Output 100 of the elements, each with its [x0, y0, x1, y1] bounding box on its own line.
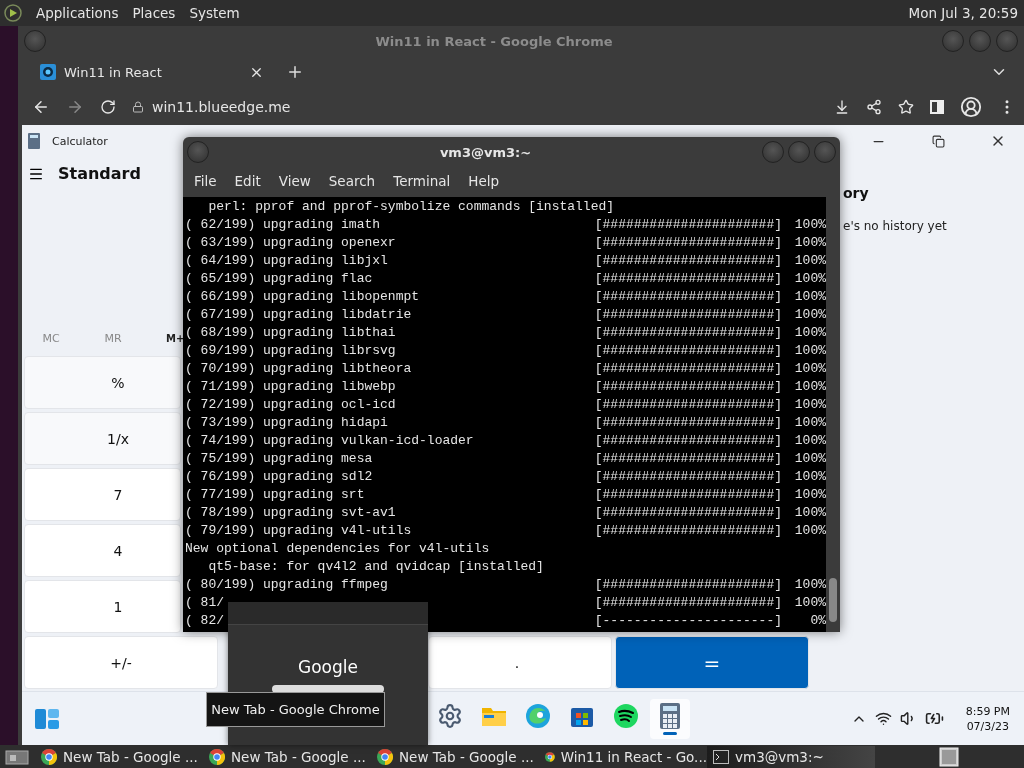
calculator-key[interactable]: 4: [24, 524, 181, 577]
terminal-line: ( 62/199) upgrading imath: [185, 216, 381, 232]
calculator-key[interactable]: %: [24, 356, 181, 409]
progress-bar-text: [######################]: [594, 486, 782, 502]
menu-item[interactable]: File: [185, 173, 226, 189]
progress-bar-text: [######################]: [594, 252, 782, 268]
progress-bar-text: [######################]: [594, 468, 782, 484]
progress-percent: 100%: [793, 324, 826, 340]
progress-bar-text: [######################]: [594, 450, 782, 466]
progress-bar-text: [######################]: [594, 306, 782, 322]
progress-bar-text: [######################]: [594, 522, 782, 538]
terminal-line: ( 64/199) upgrading libjxl: [185, 252, 388, 268]
progress-percent: 100%: [793, 306, 826, 322]
memory-key[interactable]: M+: [166, 326, 184, 350]
progress-bar-text: [######################]: [594, 576, 782, 592]
lock-icon: [132, 100, 144, 113]
progress-percent: 100%: [793, 288, 826, 304]
chrome-icon: [377, 748, 393, 765]
progress-bar-text: [######################]: [594, 414, 782, 430]
calculator-key[interactable]: 1: [24, 580, 181, 633]
terminal-line: New optional dependencies for v4l-utils: [185, 540, 491, 556]
address-field[interactable]: win11.blueedge.me: [152, 98, 291, 115]
progress-percent: 100%: [793, 216, 826, 232]
menu-item[interactable]: View: [269, 173, 320, 189]
profile-icon[interactable]: [960, 95, 982, 118]
progress-bar-text: [######################]: [594, 216, 782, 232]
calculator-key[interactable]: 7: [24, 468, 181, 521]
install-icon[interactable]: [834, 98, 850, 115]
terminal-line: ( 67/199) upgrading libdatrie: [185, 306, 412, 322]
progress-bar-text: [######################]: [594, 504, 782, 520]
taskbar-clock[interactable]: 8:59 PM 07/3/23: [965, 704, 1010, 733]
panel-menu[interactable]: System: [189, 5, 240, 21]
panel-task[interactable]: New Tab - Google ...: [203, 745, 371, 768]
terminal-line: ( 69/199) upgrading librsvg: [185, 342, 396, 358]
progress-bar-text: [######################]: [594, 378, 782, 394]
progress-bar-text: [######################]: [594, 288, 782, 304]
panel-menu[interactable]: Places: [132, 5, 176, 21]
tooltip: New Tab - Google Chrome: [206, 692, 385, 727]
edge-icon[interactable]: [525, 702, 551, 729]
progress-percent: 100%: [793, 414, 826, 430]
side-panel-icon[interactable]: [930, 99, 944, 114]
progress-percent: 100%: [793, 450, 826, 466]
progress-percent: 100%: [793, 504, 826, 520]
scrollbar[interactable]: [826, 197, 840, 632]
progress-percent: 100%: [793, 360, 826, 376]
terminal-line: ( 65/199) upgrading flac: [185, 270, 373, 286]
panel-task[interactable]: Win11 in React - Go...: [539, 745, 707, 768]
terminal-line: ( 71/199) upgrading libwebp: [185, 378, 396, 394]
calculator-key[interactable]: +/-: [24, 636, 218, 689]
terminal-line: ( 76/199) upgrading sdl2: [185, 468, 373, 484]
chrome-icon: [209, 748, 225, 765]
progress-percent: 100%: [793, 396, 826, 412]
menu-item[interactable]: Search: [319, 173, 385, 189]
panel-task[interactable]: vm3@vm3:~: [707, 745, 875, 768]
window-title: Win11 in React - Google Chrome: [374, 33, 614, 49]
workspace-icon[interactable]: [938, 746, 960, 767]
menu-item[interactable]: Edit: [225, 173, 270, 189]
calculator-key[interactable]: =: [615, 636, 809, 689]
panel-task[interactable]: New Tab - Google ...: [371, 745, 539, 768]
spotify-icon[interactable]: [613, 702, 639, 729]
bookmark-icon[interactable]: [898, 98, 914, 115]
app-title: Calculator: [52, 134, 108, 148]
progress-bar-text: [######################]: [594, 432, 782, 448]
progress-bar-text: [######################]: [594, 396, 782, 412]
terminal-line: ( 78/199) upgrading svt-av1: [185, 504, 396, 520]
restore-icon[interactable]: [931, 134, 945, 148]
progress-bar-text: [######################]: [594, 270, 782, 286]
panel-clock[interactable]: Mon Jul 3, 20:59: [908, 5, 1018, 21]
terminal-line: ( 81/: [185, 594, 224, 610]
new-tab-icon[interactable]: [286, 63, 304, 81]
wifi-icon[interactable]: [874, 710, 892, 727]
menu-item[interactable]: Help: [459, 173, 509, 189]
terminal-icon: [713, 749, 729, 764]
terminal-line: ( 79/199) upgrading v4l-utils: [185, 522, 412, 538]
reload-icon[interactable]: [100, 98, 116, 115]
progress-percent: 100%: [793, 378, 826, 394]
terminal-line: ( 73/199) upgrading hidapi: [185, 414, 388, 430]
terminal-line: ( 72/199) upgrading ocl-icd: [185, 396, 396, 412]
progress-percent: 100%: [793, 270, 826, 286]
mode-title: Standard: [58, 164, 141, 183]
progress-percent: 100%: [793, 342, 826, 358]
calculator-icon: [28, 133, 40, 149]
progress-percent: 100%: [793, 522, 826, 538]
share-icon[interactable]: [866, 98, 882, 115]
history-message: e's no history yet: [843, 219, 948, 233]
terminal-line: ( 68/199) upgrading libthai: [185, 324, 396, 340]
progress-percent: 100%: [793, 468, 826, 484]
progress-percent: 100%: [793, 234, 826, 250]
progress-percent: 100%: [793, 486, 826, 502]
calculator-key[interactable]: 1/x: [24, 412, 181, 465]
calculator-icon[interactable]: [660, 702, 680, 729]
panel-task[interactable]: New Tab - Google ...: [35, 745, 203, 768]
widgets-icon[interactable]: [34, 707, 60, 730]
app-menu-icon[interactable]: [4, 4, 22, 22]
settings-icon[interactable]: [437, 702, 463, 729]
terminal-line: ( 70/199) upgrading libtheora: [185, 360, 412, 376]
calculator-key[interactable]: .: [428, 636, 612, 689]
progress-bar-text: [######################]: [594, 324, 782, 340]
panel-menu[interactable]: Applications: [36, 5, 119, 21]
menu-item[interactable]: Terminal: [384, 173, 460, 189]
